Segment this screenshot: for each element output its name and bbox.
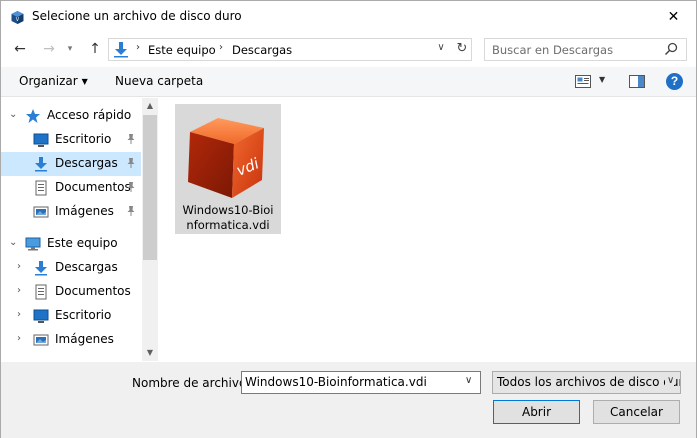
sidebar-item[interactable]: › Descargas (1, 256, 141, 280)
close-button[interactable]: ✕ (651, 1, 696, 32)
file-open-dialog: V Selecione un archivo de disco duro ✕ ←… (0, 0, 697, 438)
address-bar[interactable]: › Este equipo › Descargas ∨ ↻ (108, 38, 472, 61)
search-input[interactable]: Buscar en Descargas (484, 38, 687, 61)
breadcrumb-separator: › (219, 42, 223, 53)
file-name-line: nformatica.vdi (186, 218, 270, 232)
file-type-value: Todos los archivos de disco duro (497, 375, 681, 389)
filename-combobox[interactable]: Windows10-Bioinformatica.vdi ∨ (241, 371, 481, 394)
star-icon (25, 108, 41, 124)
sidebar-item[interactable]: ⌄ Este equipo (1, 232, 141, 256)
arrow-up-icon: ↑ (89, 41, 101, 57)
cancel-button[interactable]: Cancelar (593, 400, 680, 424)
open-button[interactable]: Abrir (493, 400, 580, 424)
pin-icon (126, 205, 136, 217)
file-name-line: Windows10-Bioi (182, 203, 274, 217)
sidebar-item-label: Documentos (55, 180, 131, 194)
forward-button[interactable]: → (39, 37, 59, 61)
sidebar-item[interactable]: Documentos (1, 176, 141, 200)
pictures-icon (33, 204, 49, 220)
sidebar-item[interactable]: ⌄ Acceso rápido (1, 104, 141, 128)
pin-icon (126, 157, 136, 169)
sidebar-item-label: Imágenes (55, 332, 114, 346)
sidebar-item[interactable]: › Imágenes (1, 328, 141, 352)
new-folder-button[interactable]: Nueva carpeta (115, 74, 203, 88)
download-icon (33, 156, 49, 172)
sidebar-item[interactable]: Escritorio (1, 128, 141, 152)
filename-label: Nombre de archivo: (132, 376, 251, 390)
sidebar-item-label: Documentos (55, 284, 131, 298)
sidebar-item-label: Acceso rápido (47, 108, 132, 122)
sidebar-item[interactable]: Imágenes (1, 200, 141, 224)
pin-icon (126, 181, 136, 193)
back-button[interactable]: ← (10, 37, 30, 61)
filename-field[interactable]: Windows10-Bioinformatica.vdi (245, 375, 427, 389)
up-button[interactable]: ↑ (85, 37, 105, 61)
search-placeholder: Buscar en Descargas (492, 43, 614, 57)
chevron-down-icon: ∨ (665, 375, 675, 386)
caret-down-icon: ▼ (81, 77, 88, 86)
virtualbox-icon: V (11, 11, 24, 24)
vdi-disk-icon: vdi (188, 118, 264, 198)
chevron-down-icon: ▾ (67, 44, 73, 54)
sidebar-item[interactable]: › Escritorio (1, 304, 141, 328)
chevron-right-icon[interactable]: › (17, 261, 21, 272)
sidebar-item-label: Escritorio (55, 132, 112, 146)
window-title: Selecione un archivo de disco duro (32, 9, 242, 23)
scroll-up-arrow[interactable]: ▲ (142, 98, 158, 114)
sidebar-item-label: Descargas (55, 156, 118, 170)
chevron-down-icon[interactable]: ∨ (465, 375, 472, 386)
file-type-select[interactable]: Todos los archivos de disco duro ∨ (492, 371, 681, 394)
command-bar: Organizar ▼ Nueva carpeta ▼ ? (1, 67, 696, 97)
document-icon (33, 180, 49, 196)
dialog-footer: Nombre de archivo: Windows10-Bioinformat… (1, 362, 696, 438)
organize-button[interactable]: Organizar ▼ (19, 74, 88, 88)
file-name: Windows10-Bioi nformatica.vdi (175, 203, 281, 233)
pin-icon (126, 133, 136, 145)
chevron-right-icon[interactable]: › (17, 333, 21, 344)
view-options-icon[interactable] (575, 75, 591, 88)
search-icon (664, 42, 678, 56)
scroll-thumb[interactable] (143, 115, 157, 260)
navigation-bar: ← → ▾ ↑ › Este equipo › Descargas ∨ ↻ Bu… (1, 35, 696, 63)
title-bar: V Selecione un archivo de disco duro ✕ (1, 1, 696, 32)
desktop-icon (33, 308, 49, 324)
scroll-down-arrow[interactable]: ▼ (142, 345, 158, 361)
refresh-icon[interactable]: ↻ (453, 41, 471, 59)
download-icon (114, 42, 128, 58)
address-history-dropdown[interactable]: ∨ (434, 42, 448, 58)
sidebar-item[interactable]: Descargas (1, 152, 141, 176)
arrow-right-icon: → (43, 41, 55, 57)
breadcrumb-separator: › (136, 42, 140, 53)
desktop-icon (33, 132, 49, 148)
preview-pane-icon[interactable] (629, 75, 645, 88)
help-icon[interactable]: ? (666, 73, 683, 90)
sidebar-item[interactable]: › Documentos (1, 280, 141, 304)
new-folder-label: Nueva carpeta (115, 74, 204, 88)
document-icon (33, 284, 49, 300)
sidebar-item-label: Escritorio (55, 308, 112, 322)
file-list: vdi Windows10-Bioi nformatica.vdi (161, 98, 696, 361)
close-icon: ✕ (667, 8, 680, 25)
sidebar-item-label: Imágenes (55, 204, 114, 218)
nav-pane-scrollbar[interactable]: ▲ ▼ (142, 98, 158, 361)
chevron-right-icon[interactable]: › (17, 285, 21, 296)
chevron-right-icon[interactable]: › (17, 309, 21, 320)
view-dropdown-caret[interactable]: ▼ (599, 75, 605, 84)
chevron-down-icon[interactable]: ⌄ (9, 109, 17, 120)
computer-icon (25, 236, 41, 252)
file-item[interactable]: vdi Windows10-Bioi nformatica.vdi (175, 104, 281, 234)
sidebar-item-label: Este equipo (47, 236, 118, 250)
navigation-pane: ⌄ Acceso rápido Escritorio Descargas Documen… (1, 98, 158, 361)
arrow-left-icon: ← (14, 41, 26, 57)
breadcrumb-este-equipo[interactable]: Este equipo (148, 43, 216, 57)
sidebar-item-label: Descargas (55, 260, 118, 274)
breadcrumb-descargas[interactable]: Descargas (232, 43, 292, 57)
svg-text:V: V (16, 17, 20, 23)
recent-locations-button[interactable]: ▾ (63, 37, 77, 61)
download-icon (33, 260, 49, 276)
organize-label: Organizar (19, 74, 78, 88)
chevron-down-icon[interactable]: ⌄ (9, 237, 17, 248)
pictures-icon (33, 332, 49, 348)
